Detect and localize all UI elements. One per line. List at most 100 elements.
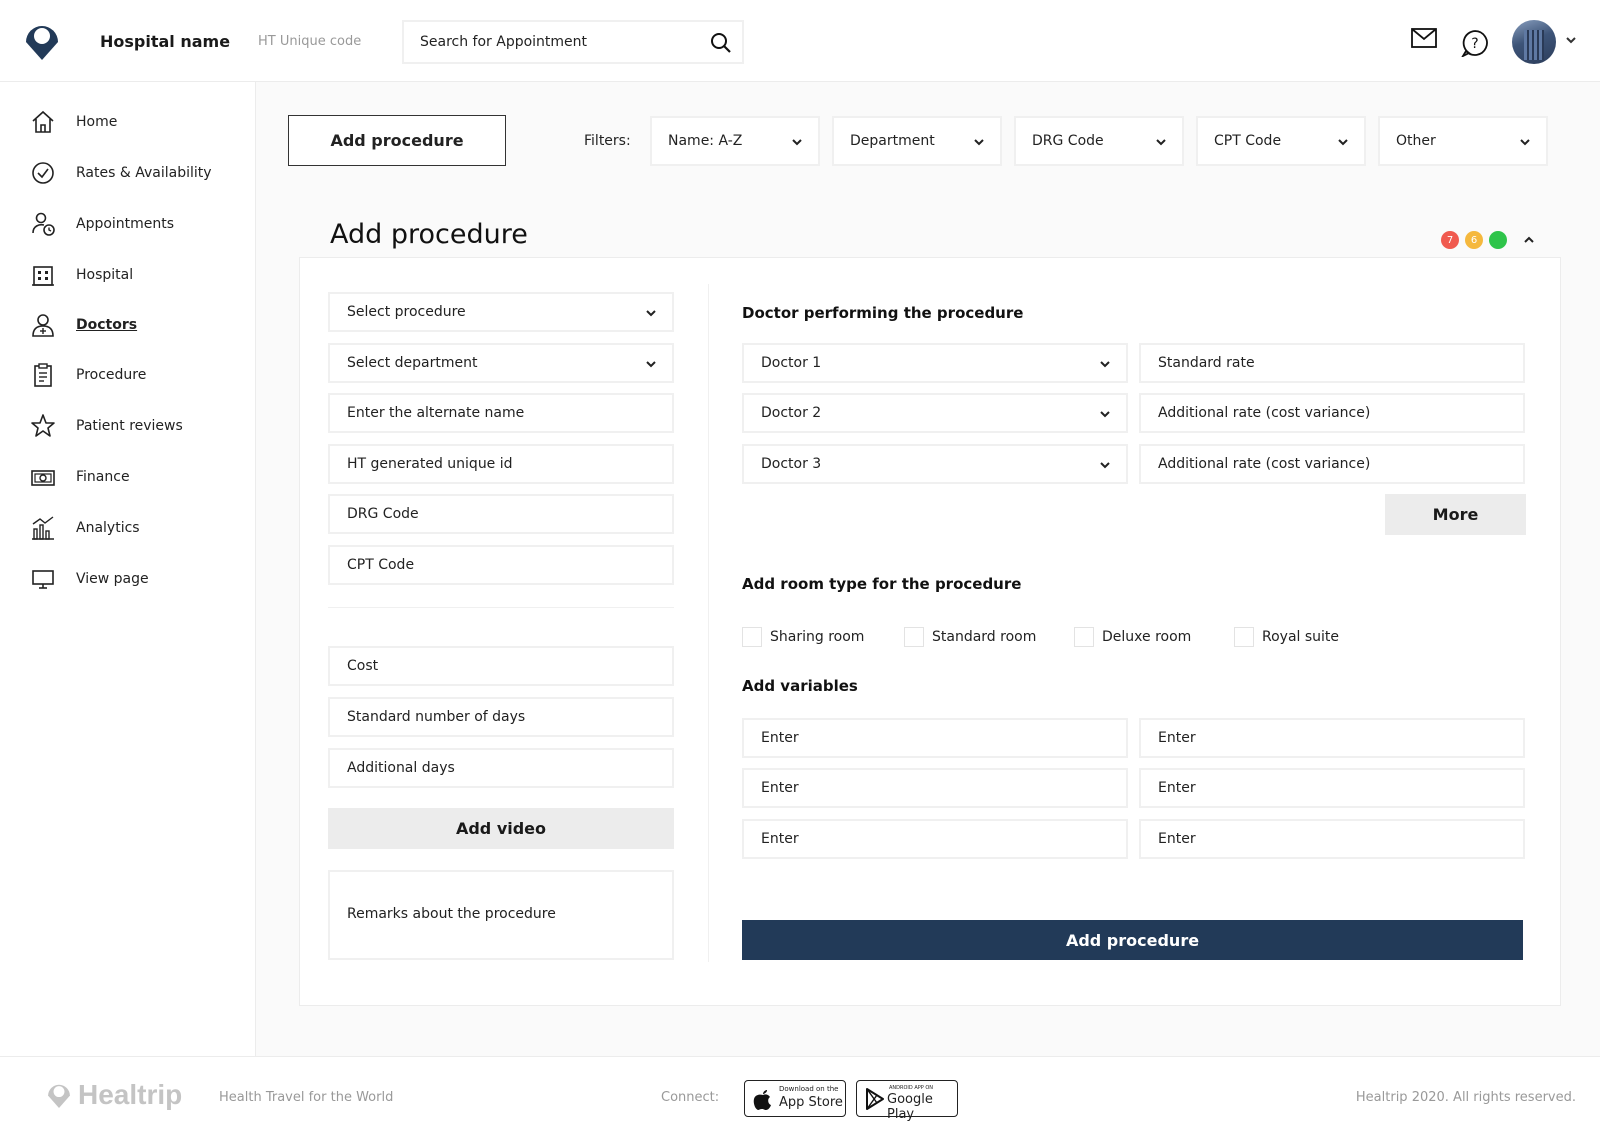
field-label: Doctor 2 [761,405,822,421]
panel-title: Add procedure [330,219,528,250]
variable-input[interactable]: Enter [742,718,1128,758]
search-input[interactable]: Search for Appointment [402,20,744,64]
field-divider [328,607,674,608]
search-icon[interactable] [710,32,732,54]
checkbox-deluxe-room[interactable]: Deluxe room [1074,627,1191,647]
field-placeholder: Enter the alternate name [347,405,525,421]
field-placeholder: Remarks about the procedure [347,906,556,922]
doctor-3-dropdown[interactable]: Doctor 3 [742,444,1128,484]
select-procedure-dropdown[interactable]: Select procedure [328,292,674,332]
sidebar-item-doctors[interactable]: Doctors [30,310,250,340]
doctor-3-rate-field[interactable]: Additional rate (cost variance) [1139,444,1525,484]
help-icon[interactable]: ? [1461,29,1489,57]
field-placeholder: Cost [347,658,379,674]
app-store-small-label: Download on the [779,1085,839,1093]
sidebar-item-finance[interactable]: Finance [30,462,250,492]
room-section-title: Add room type for the procedure [742,575,1022,593]
app-store-badge[interactable]: Download on the App Store [744,1080,846,1117]
monitor-icon [32,570,54,589]
chevron-down-icon [1100,411,1110,418]
standard-days-field[interactable]: Standard number of days [328,697,674,737]
field-placeholder: Enter [1158,730,1196,746]
variable-input[interactable]: Enter [1139,718,1525,758]
cost-field[interactable]: Cost [328,646,674,686]
checkbox-sharing-room[interactable]: Sharing room [742,627,864,647]
variable-input[interactable]: Enter [742,819,1128,859]
add-video-button[interactable]: Add video [328,808,674,849]
user-clock-icon [32,212,55,236]
checkbox-standard-room[interactable]: Standard room [904,627,1036,647]
sidebar-item-rates[interactable]: Rates & Availability [30,158,250,188]
drg-code-field[interactable]: DRG Code [328,494,674,534]
sidebar-item-label: Finance [76,469,130,485]
variable-input[interactable]: Enter [742,768,1128,808]
variable-input[interactable]: Enter [1139,819,1525,859]
filter-other[interactable]: Other [1378,116,1548,166]
checkbox[interactable] [1074,627,1094,647]
unique-id-field[interactable]: HT generated unique id [328,444,674,484]
avatar[interactable] [1512,20,1556,64]
filter-label: DRG Code [1032,133,1104,149]
analytics-icon [32,516,54,540]
variable-input[interactable]: Enter [1139,768,1525,808]
sidebar-item-home[interactable]: Home [30,107,250,137]
checkbox-label: Royal suite [1262,629,1340,645]
checkbox-label: Standard room [932,629,1037,645]
field-placeholder: Additional rate (cost variance) [1158,405,1371,421]
doctor-1-rate-field[interactable]: Standard rate [1139,343,1525,383]
select-department-dropdown[interactable]: Select department [328,343,674,383]
footer-logo[interactable]: Healtrip [44,1079,182,1111]
sidebar-item-appointments[interactable]: Appointments [30,209,250,239]
apple-icon [753,1089,771,1110]
filter-department[interactable]: Department [832,116,1002,166]
sidebar-item-label: Home [76,114,118,130]
status-badge-green [1489,231,1507,249]
mail-icon[interactable] [1411,28,1437,48]
doctor-2-rate-field[interactable]: Additional rate (cost variance) [1139,393,1525,433]
sidebar-item-analytics[interactable]: Analytics [30,513,250,543]
filter-label: Name: A-Z [668,133,743,149]
checkbox[interactable] [904,627,924,647]
additional-days-field[interactable]: Additional days [328,748,674,788]
checkbox-label: Sharing room [770,629,865,645]
cpt-code-field[interactable]: CPT Code [328,545,674,585]
field-placeholder: Additional days [347,760,455,776]
hospital-name: Hospital name [100,32,231,51]
healtrip-logo-icon[interactable] [20,20,64,62]
sidebar-item-hospital[interactable]: Hospital [30,260,250,290]
sidebar-item-procedure[interactable]: Procedure [30,360,250,390]
doctor-1-dropdown[interactable]: Doctor 1 [742,343,1128,383]
chevron-down-icon [792,139,802,146]
chevron-up-icon[interactable] [1524,236,1534,244]
sidebar-item-label: Hospital [76,267,134,283]
add-procedure-button[interactable]: Add procedure [288,115,506,166]
field-label: Select procedure [347,304,466,320]
top-bar: Hospital name HT Unique code Search for … [0,0,1600,82]
status-badge-red: 7 [1441,231,1459,249]
filter-label: Department [850,133,935,149]
filter-drg-code[interactable]: DRG Code [1014,116,1184,166]
checkbox[interactable] [742,627,762,647]
sidebar-item-view-page[interactable]: View page [30,564,250,594]
chevron-down-icon [1100,462,1110,469]
footer-brand: Healtrip [78,1079,183,1110]
chevron-down-icon[interactable] [1566,36,1576,44]
checkbox-royal-suite[interactable]: Royal suite [1234,627,1339,647]
filter-cpt-code[interactable]: CPT Code [1196,116,1366,166]
more-button[interactable]: More [1385,494,1526,535]
doctor-2-dropdown[interactable]: Doctor 2 [742,393,1128,433]
chevron-down-icon [646,361,656,368]
sidebar-item-reviews[interactable]: Patient reviews [30,411,250,441]
filter-name[interactable]: Name: A-Z [650,116,820,166]
field-placeholder: DRG Code [347,506,419,522]
alternate-name-field[interactable]: Enter the alternate name [328,393,674,433]
healtrip-logo-icon [48,1084,70,1108]
submit-add-procedure-button[interactable]: Add procedure [742,920,1523,960]
search-placeholder: Search for Appointment [420,34,588,50]
remarks-field[interactable]: Remarks about the procedure [328,870,674,960]
google-play-badge[interactable]: ANDROID APP ON Google Play [856,1080,958,1122]
google-play-icon [866,1087,884,1110]
field-placeholder: Standard rate [1158,355,1255,371]
star-icon [31,414,55,437]
checkbox[interactable] [1234,627,1254,647]
